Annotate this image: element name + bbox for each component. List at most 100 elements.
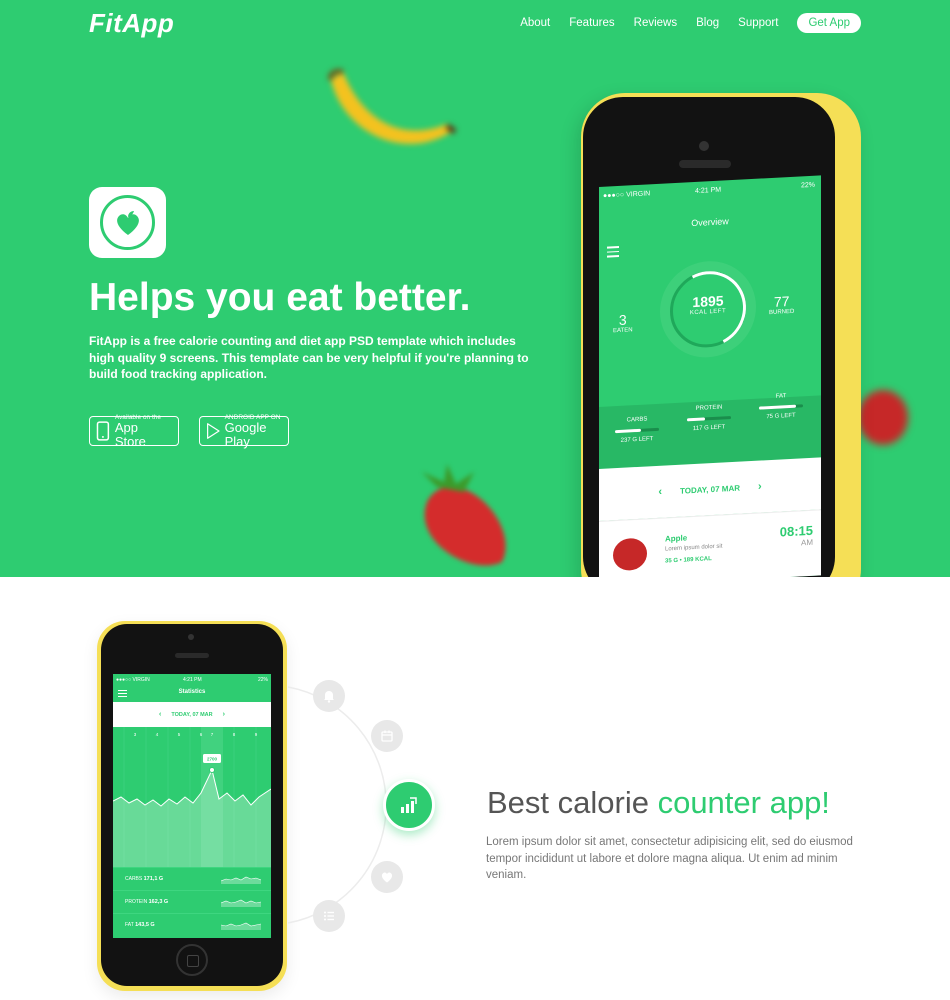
- burned-stat: 77 BURNED: [769, 293, 794, 316]
- strawberry-image: [422, 464, 506, 566]
- feature-description: Lorem ipsum dolor sit amet, consectetur …: [486, 836, 853, 881]
- macro-bar-fill: [759, 404, 797, 410]
- food-name: Apple: [665, 533, 688, 544]
- row-label-group: FAT 143,5 G: [125, 922, 155, 928]
- row-value: 171,1 G: [143, 876, 164, 882]
- camera-icon: [188, 634, 194, 640]
- get-app-button[interactable]: Get App: [797, 13, 861, 33]
- screen-title: Overview: [691, 216, 729, 229]
- macro-bar-fill: [687, 417, 705, 422]
- chevron-left-icon[interactable]: ‹: [658, 486, 662, 498]
- kcal-left: 1895 KCAL LEFT: [670, 291, 746, 317]
- macro-protein: PROTEIN 117 G LEFT: [679, 404, 739, 433]
- chevron-left-icon[interactable]: ‹: [159, 711, 161, 718]
- nav-reviews[interactable]: Reviews: [634, 17, 677, 29]
- food-description: Lorem ipsum dolor sit: [665, 543, 723, 553]
- top-nav: About Features Reviews Blog Support Get …: [501, 13, 861, 33]
- row-label-group: PROTEIN 162,3 G: [125, 899, 168, 905]
- row-label: CARBS: [125, 876, 143, 882]
- bell-feature-button[interactable]: [313, 680, 345, 712]
- nav-blog[interactable]: Blog: [696, 17, 719, 29]
- row-label: PROTEIN: [125, 899, 148, 905]
- burned-label: BURNED: [769, 308, 795, 317]
- logo[interactable]: FitApp: [89, 8, 174, 39]
- macros-panel: CARBS 237 G LEFT PROTEIN 117 G LEFT FAT …: [599, 392, 821, 469]
- bell-icon: [324, 691, 334, 703]
- macro-bar: [615, 427, 659, 434]
- chart-point[interactable]: [209, 767, 215, 773]
- chevron-right-icon[interactable]: ›: [758, 480, 762, 492]
- date-label: TODAY, 07 MAR: [171, 711, 213, 718]
- hero-phone-front: ●●●○○ VIRGIN 4:21 PM 22% Overview 3 EATE…: [583, 97, 835, 577]
- hero-headline: Helps you eat better.: [89, 276, 470, 320]
- macro-bar: [759, 404, 803, 410]
- app-store-label: App Store: [114, 419, 146, 449]
- phone-icon: [96, 421, 110, 441]
- eaten-stat: 3 EATEN: [613, 311, 633, 335]
- speaker-icon: [679, 160, 731, 168]
- home-button: [176, 944, 208, 976]
- macro-label: FAT: [775, 393, 787, 400]
- feature-title-plain: Best calorie: [487, 785, 658, 820]
- apple-image: [613, 537, 647, 572]
- macro-bar-fill: [615, 428, 642, 434]
- date-label: TODAY, 07 MAR: [679, 483, 741, 496]
- tomato-image: [858, 390, 908, 445]
- nav-features[interactable]: Features: [569, 17, 614, 29]
- calendar-feature-button[interactable]: [371, 720, 403, 752]
- clock-label: 4:21 PM: [183, 677, 202, 683]
- chart-day-label: 5: [178, 732, 181, 737]
- google-play-label: Google Play: [224, 419, 267, 449]
- menu-icon[interactable]: [607, 245, 619, 260]
- banana-image: [328, 69, 457, 144]
- macro-label: PROTEIN: [695, 404, 723, 412]
- macro-value: 237 G LEFT: [620, 436, 654, 444]
- headline-light: Helps you eat: [89, 276, 354, 319]
- food-time-ampm: AM: [801, 537, 813, 548]
- row-label: FAT: [125, 922, 134, 928]
- chart-day-label: 8: [233, 732, 236, 737]
- headline-bold: better.: [353, 276, 471, 319]
- burned-value: 77: [773, 293, 790, 310]
- overview-screen: ●●●○○ VIRGIN 4:21 PM 22% Overview 3 EATE…: [599, 175, 821, 577]
- food-time: 08:15 AM: [780, 523, 813, 549]
- food-entry[interactable]: Apple Lorem ipsum dolor sit 35 G • 189 K…: [599, 509, 821, 577]
- list-icon: [324, 911, 334, 921]
- nav-support[interactable]: Support: [738, 17, 778, 29]
- feature-title: Best calorie counter app!: [487, 785, 830, 821]
- battery-label: 22%: [257, 677, 268, 683]
- chevron-right-icon[interactable]: ›: [223, 711, 225, 718]
- play-store-icon: [207, 423, 220, 439]
- heart-apple-icon: [116, 210, 139, 235]
- clock-label: 4:21 PM: [695, 186, 722, 195]
- row-value: 162,3 G: [148, 899, 169, 905]
- food-meta: 35 G • 189 KCAL: [665, 556, 712, 565]
- heart-icon: [381, 872, 393, 883]
- feature-title-accent: counter app!: [657, 785, 830, 820]
- speaker-icon: [175, 653, 209, 658]
- carrier-label: ●●●○○ VIRGIN: [116, 677, 150, 683]
- macro-bar: [687, 416, 731, 422]
- nav-about[interactable]: About: [520, 17, 550, 29]
- hero-phone: ●●●○○ VIRGIN 4:21 PM 22% Overview 3 EATE…: [581, 93, 861, 577]
- app-icon: [89, 187, 166, 258]
- app-store-button[interactable]: Available on the App Store: [89, 414, 179, 449]
- camera-icon: [699, 141, 709, 151]
- statistics-feature-button[interactable]: [383, 779, 435, 831]
- row-label-group: CARBS 171,1 G: [125, 876, 163, 882]
- google-play-button[interactable]: ANDROID APP ON Google Play: [199, 414, 289, 449]
- macro-value: 75 G LEFT: [766, 412, 796, 421]
- row-value: 143,5 G: [135, 922, 155, 928]
- chart-tooltip-value: 2700: [207, 757, 218, 762]
- hero-section: FitApp About Features Reviews Blog Suppo…: [0, 0, 950, 577]
- battery-label: 22%: [800, 181, 815, 190]
- heart-feature-button[interactable]: [371, 861, 403, 893]
- bar-chart-icon: [401, 797, 417, 813]
- macro-carbs: CARBS 237 G LEFT: [607, 415, 667, 444]
- macro-fat: FAT 75 G LEFT: [751, 392, 811, 421]
- calendar-icon: [381, 730, 393, 742]
- status-bar: ●●●○○ VIRGIN 4:21 PM 22%: [599, 181, 821, 200]
- macro-value: 117 G LEFT: [692, 424, 726, 433]
- list-feature-button[interactable]: [313, 900, 345, 932]
- chart-day-label: 4: [156, 732, 159, 737]
